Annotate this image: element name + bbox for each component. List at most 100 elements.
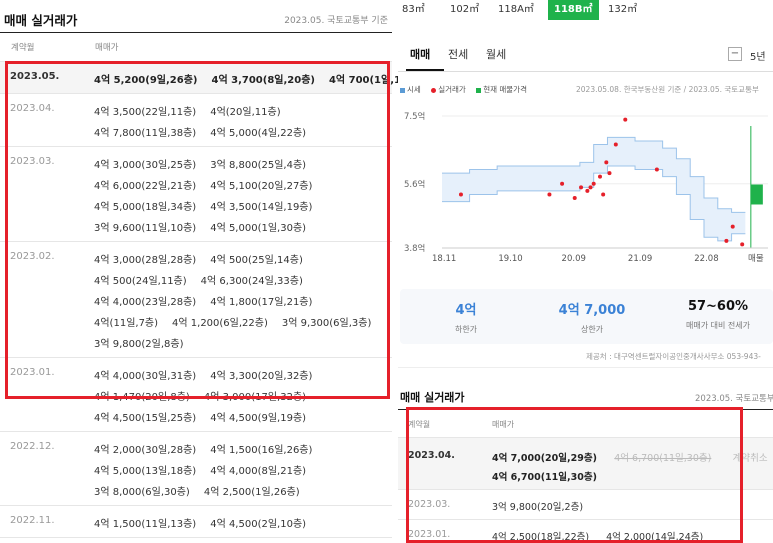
left-trade-panel: 매매 실거래가 2023.05. 국토교통부 기준 계약월 매매가 2023.0… [0,0,422,543]
trade-price-line: 3억 9,800(2일,8층) [94,335,197,350]
trade-price: 4억 4,500(2일,10층) [210,519,307,530]
legend-listing-swatch [476,87,482,93]
trade-price-line: 4억 3,500(22일,11층) 4억(20일,11층) [94,103,295,118]
trade-price: 3억 8,800(25일,4층) [210,160,307,171]
period-selector[interactable]: 5년 [750,48,766,63]
header-divider [0,32,392,33]
actual-trade-point [607,171,612,176]
price-stats-box: 4억 하한가 4억 7,000 상한가 57~60% 매매가 대비 전세가 [400,289,773,344]
trade-price: 4억 4,000(23일,28층) [94,297,197,308]
trade-section-divider [398,409,773,410]
zoom-out-button[interactable]: − [728,47,742,61]
x-tick-label: 22.08 [694,254,718,264]
trade-row: 2023.04. 4억 7,000(20일,29층) 4억 6,700(11일,… [398,437,773,489]
trade-price-line: 4억 500(24일,11층) 4억 6,300(24일,33층) [94,272,317,287]
price-chart[interactable]: 7.5억 5.6억 3.8억 18.11 19.10 20.09 21.09 22.08 매물 [398,96,773,268]
actual-trade-point [740,242,745,247]
trade-section-title: 매매 실거래가 [400,391,465,404]
trade-price: 3억 9,300(6일,3층) [281,318,372,329]
legend-item-market: 시세 [400,85,421,94]
trade-price: 4억 3,000(30일,25층) [94,160,197,171]
chart-basis-text: 2023.05.08. 한국부동산원 기준 / 2023.05. 국토교통부 [576,85,759,94]
trade-price: 4억 1,500(16일,26층) [210,445,313,456]
legend-actual-swatch [431,87,437,93]
trade-month: 2023.01. [10,367,55,378]
area-tab-118a[interactable]: 118A㎡ [498,0,534,20]
stat-jeonse-ratio: 57~60% 매매가 대비 전세가 [656,299,773,331]
trade-price-line: 4억 7,000(20일,29층) 4억 6,700(11일,30층) 계약취소 [492,450,773,464]
trade-history-row: 2022.12. 4억 2,000(30일,28층) 4억 1,500(16일,26… [0,431,392,505]
trade-price-line: 4억 2,000(30일,28층) 4억 1,500(16일,26층) [94,441,326,456]
x-tick-label: 18.11 [432,254,456,264]
trade-price: 4억 4,000(8일,21층) [210,466,307,477]
trade-price: 4억 3,000(17일,32층) [203,392,307,403]
actual-trade-point [601,192,606,197]
trade-price: 4억 1,500(11일,13층) [94,519,197,530]
stat-upper-label: 상한가 [580,325,604,334]
actual-trade-point [604,160,609,165]
trade-price: 4억 1,800(17일,21층) [210,297,313,308]
stat-lower-label: 하한가 [454,325,478,334]
trade-price: 4억 5,200(9일,26층) [94,75,198,86]
tab-jeonse[interactable]: 전세 [448,46,468,62]
tab-monthly-rent[interactable]: 월세 [486,46,506,62]
area-tab-102[interactable]: 102㎡ [450,0,479,20]
trade-price: 3억 9,800(2일,8층) [94,339,184,350]
legend-item-listing: 현재 매물가격 [476,85,527,94]
area-tab-132[interactable]: 132㎡ [608,0,637,20]
y-tick-label: 7.5억 [404,111,425,122]
cancelled-trade-price: 4억 6,700(11일,30층) [614,453,712,464]
trade-price-line: 4억 5,000(13일,18층) 4억 4,000(8일,21층) [94,462,320,477]
trade-history-title: 매매 실거래가 [4,13,78,28]
trade-price-line: 4억 6,700(11일,30층) [492,469,611,483]
trade-price: 4억 5,000(1일,30층) [210,223,307,234]
trade-month: 2022.11. [10,515,55,526]
actual-trade-point [730,224,735,229]
tab-sale[interactable]: 매매 [410,46,430,62]
provider-text: 제공처 : 대구역센트럴자이공인중개사사무소 053-943- [586,352,761,361]
trade-month: 2023.02. [10,251,55,262]
stat-lower: 4억 하한가 [404,299,528,335]
trade-row: 2023.01. 4억 2,500(18일,22층) 4억 2,000(14일,… [398,519,773,543]
actual-trade-point [623,117,628,122]
right-detail-panel: 83㎡ 102㎡ 118A㎡ 118B㎡ 132㎡ 매매 전세 월세 − 5년 … [398,0,773,543]
y-tick-label: 3.8억 [404,243,425,254]
actual-trade-point [724,238,729,243]
area-tab-83[interactable]: 83㎡ [402,0,425,20]
trade-price-line: 4억 5,200(9일,26층) 4억 3,700(8일,20층) 4억 700(1… [94,71,436,86]
trade-price-line: 4억 6,000(22일,21층) 4억 5,100(20일,27층) [94,177,326,192]
trade-month: 2023.01. [408,529,451,540]
trade-price: 4억 3,500(22일,11층) [94,107,197,118]
trade-price: 4억 7,800(11일,38층) [94,128,197,139]
trade-price: 4억 4,500(9일,19층) [210,413,307,424]
x-tick-label: 19.10 [498,254,522,264]
actual-trade-point [458,192,463,197]
trade-price: 4억 4,500(15일,25층) [94,413,197,424]
stat-ratio-value: 57~60% [687,299,749,314]
trade-month: 2023.04. [10,103,55,114]
stat-ratio-label: 매매가 대비 전세가 [686,321,750,330]
stat-upper-value: 4억 7,000 [558,303,626,318]
trade-price-line: 4억(11일,7층) 4억 1,200(6일,22층) 3억 9,300(6일,3층… [94,314,385,329]
trade-history-row: 2022.09.4억 7,000(25일,27층)5억(2일,39층) [0,537,392,543]
area-tab-118b[interactable]: 118B㎡ [548,0,599,20]
x-tick-label: 매물 [748,254,764,264]
actual-trade-point [579,185,584,190]
x-tick-label: 21.09 [628,254,652,264]
active-tab-indicator [406,69,444,71]
trade-price-line: 4억 1,500(11일,13층) 4억 4,500(2일,10층) [94,515,320,530]
trade-price: 4억 5,100(20일,27층) [210,181,313,192]
stat-upper: 4억 7,000 상한가 [530,299,654,335]
legend-listing-label: 현재 매물가격 [483,85,527,94]
trade-price: 4억 4,000(30일,31층) [94,371,197,382]
trade-price: 4억 5,000(4일,22층) [210,128,307,139]
trade-price: 4억 1,200(6일,22층) [172,318,268,329]
col-price-header: 매매가 [95,43,119,53]
trade-history-row: 2023.01. 4억 4,000(30일,31층) 4억 3,300(20일,32… [0,357,392,431]
trade-price-line: 4억 4,000(30일,31층) 4억 3,300(20일,32층) [94,367,326,382]
trade-month: 2023.05. [10,71,60,82]
trade-price: 4억 3,500(14일,19층) [210,202,313,213]
trade-price: 4억(20일,11층) [210,107,281,118]
trade-price: 4억 1,470(20일,8층) [94,392,190,403]
trade-price: 4억 2,500(1일,26층) [203,487,300,498]
